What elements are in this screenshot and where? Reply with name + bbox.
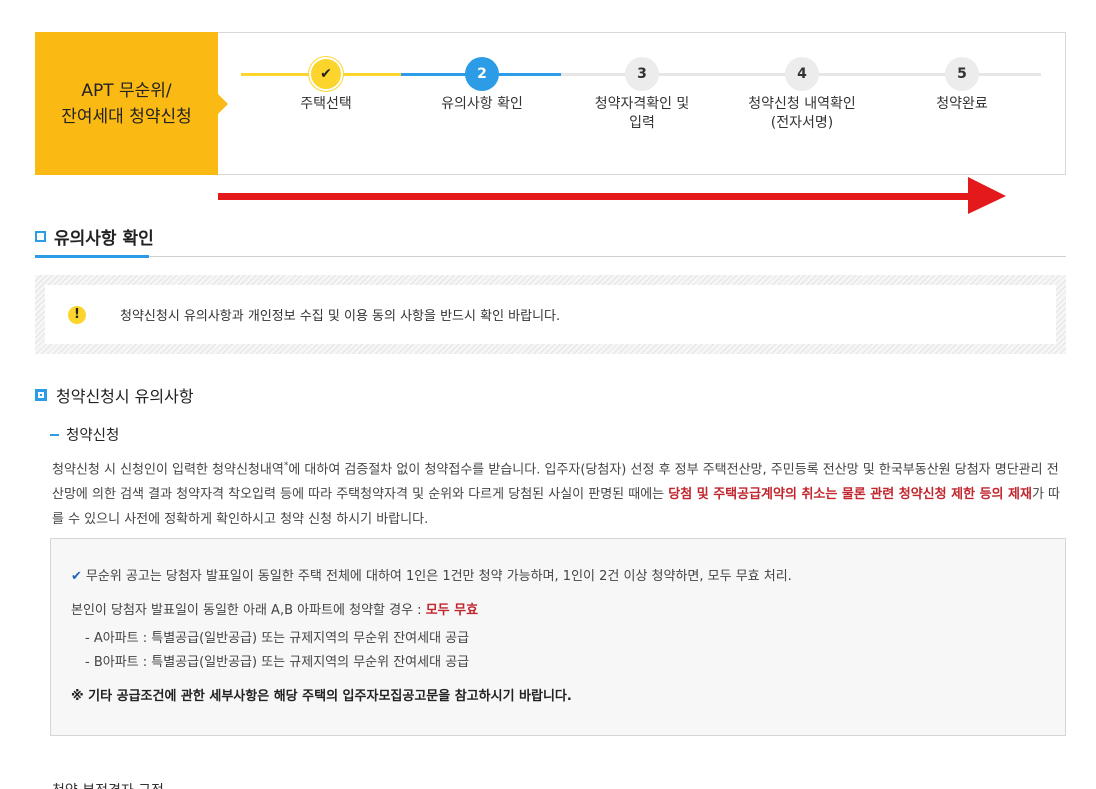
step-3: 3 청약자격확인 및 입력: [562, 57, 722, 133]
section-title-text: 유의사항 확인: [54, 229, 154, 249]
stepper-badge: APT 무순위/ 잔여세대 청약신청: [35, 32, 228, 175]
step-5-label: 청약완료: [936, 96, 988, 112]
step-5: 5 청약완료: [882, 57, 1042, 114]
notice-paragraph: 청약신청 시 신청인이 입력한 청약신청내역*에 대하여 검증절차 없이 청약접…: [52, 454, 1062, 532]
notice-box: ! 청약신청시 유의사항과 개인정보 수집 및 이용 동의 사항을 반드시 확인…: [35, 275, 1066, 354]
subsection-title-text: 청약신청시 유의사항: [56, 387, 194, 406]
step-4: 4 청약신청 내역확인 (전자서명): [722, 57, 882, 133]
info-item-b: - B아파트 : 특별공급(일반공급) 또는 규제지역의 무순위 잔여세대 공급: [85, 655, 470, 670]
step-3-number: 3: [625, 57, 659, 91]
progress-stepper: APT 무순위/ 잔여세대 청약신청 ✔ 주택선택 2 유의사항 확인 3 청약…: [35, 32, 1066, 175]
step-4-label-1: 청약신청 내역확인: [748, 96, 856, 112]
bullet-title: 청약신청: [50, 424, 119, 445]
info-line-1-text: 무순위 공고는 당첨자 발표일이 동일한 주택 전체에 대하여 1인은 1건만 …: [85, 569, 792, 584]
info-line-2: 본인이 당첨자 발표일이 동일한 아래 A,B 아파트에 청약할 경우 : 모두…: [71, 601, 1045, 621]
info-line-2-highlight: 모두 무효: [425, 603, 479, 618]
para-part-a: 청약신청 시 신청인이 입력한 청약신청내역: [52, 462, 284, 478]
red-arrow-icon: [218, 177, 1006, 214]
step-2-number: 2: [465, 57, 499, 91]
badge-line-1: APT 무순위/: [81, 80, 172, 101]
step-1-label: 주택선택: [300, 96, 352, 112]
step-2-label: 유의사항 확인: [441, 96, 523, 112]
square-icon: [35, 231, 46, 242]
info-item-a: - A아파트 : 특별공급(일반공급) 또는 규제지역의 무순위 잔여세대 공급: [85, 631, 470, 646]
step-1: ✔ 주택선택: [246, 57, 406, 114]
bullet-title-text: 청약신청: [66, 428, 120, 444]
para-highlight: 당첨 및 주택공급계약의 취소는 물론 관련 청약신청 제한 등의 제재: [668, 487, 1032, 503]
step-5-number: 5: [945, 57, 979, 91]
dash-icon: [50, 433, 59, 436]
filled-square-icon: [35, 389, 47, 401]
step-4-label-2: (전자서명): [770, 115, 834, 131]
exclamation-icon: !: [68, 305, 86, 324]
step-3-label-1: 청약자격확인 및: [594, 96, 690, 112]
check-icon: ✔: [309, 57, 343, 91]
badge-line-2: 잔여세대 청약신청: [61, 106, 192, 127]
info-note: ※ 기타 공급조건에 관한 세부사항은 해당 주택의 입주자모집공고문을 참고하…: [71, 689, 572, 704]
info-line-1: ✔ 무순위 공고는 당첨자 발표일이 동일한 주택 전체에 대하여 1인은 1건만…: [71, 567, 1045, 587]
info-line-2-text: 본인이 당첨자 발표일이 동일한 아래 A,B 아파트에 청약할 경우 :: [71, 603, 426, 618]
section-divider: [35, 256, 1066, 257]
checkmark-icon: ✔: [71, 569, 82, 584]
info-box: ✔ 무순위 공고는 당첨자 발표일이 동일한 주택 전체에 대하여 1인은 1건만…: [50, 538, 1066, 736]
step-3-label-2: 입력: [629, 115, 655, 131]
subsection-title: 청약신청시 유의사항: [35, 383, 194, 407]
next-bullet-title: 청약 부적격자 규정: [52, 780, 164, 789]
section-title: 유의사항 확인: [35, 224, 154, 249]
step-4-number: 4: [785, 57, 819, 91]
section-underline: [35, 255, 149, 258]
notice-text: 청약신청시 유의사항과 개인정보 수집 및 이용 동의 사항을 반드시 확인 바…: [120, 309, 561, 324]
step-2: 2 유의사항 확인: [402, 57, 562, 114]
